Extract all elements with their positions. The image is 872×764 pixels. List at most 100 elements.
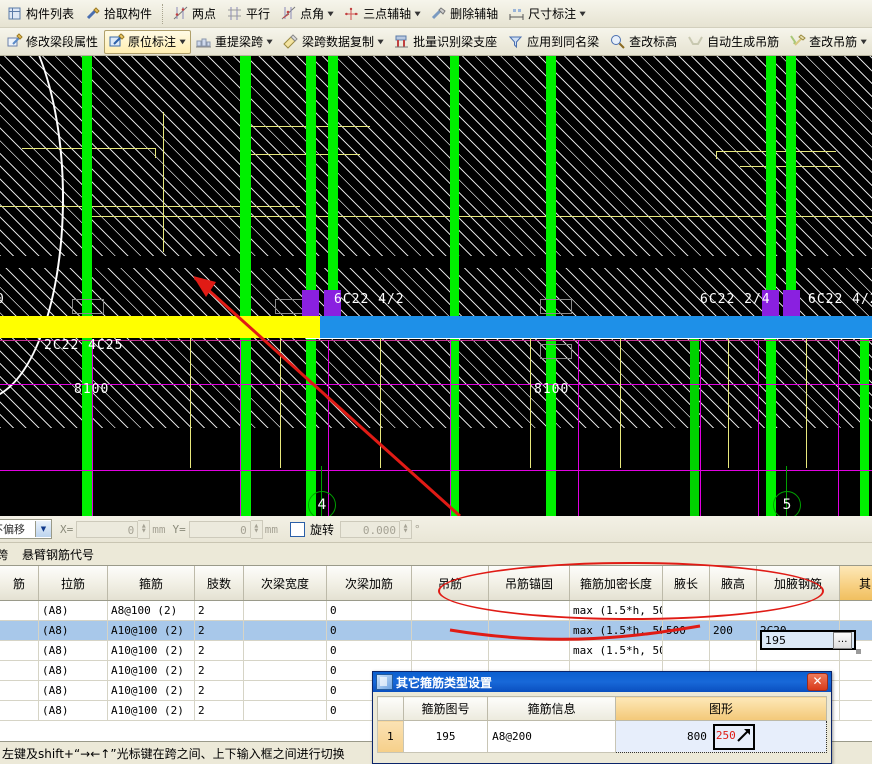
table-row[interactable]: (A8) A8@100 (2) 2 0 max (1.5*h, 50 (0, 600, 872, 621)
table-cell[interactable] (709, 600, 757, 621)
x-input[interactable]: 0 (76, 520, 139, 538)
chevron-down-icon[interactable]: ▼ (178, 38, 187, 45)
chevron-down-icon[interactable]: ▼ (326, 10, 335, 17)
toolbar-item-batch-identify-support[interactable]: 批量识别梁支座 (389, 30, 503, 54)
table-cell[interactable] (839, 680, 872, 701)
table-cell[interactable] (0, 680, 39, 701)
cell-editor-value[interactable]: 195 (762, 634, 833, 647)
table-cell[interactable]: A10@100 (2) (107, 640, 195, 661)
grid-column-header[interactable]: 次梁加筋 (326, 566, 412, 601)
table-cell[interactable]: 2 (194, 660, 244, 681)
toolbar-item-edit-beam-property[interactable]: 修改梁段属性 (2, 30, 104, 54)
table-cell[interactable] (411, 640, 489, 661)
toolbar-item-dimension[interactable]: 尺寸标注 ▼ (504, 2, 591, 26)
grid-column-header[interactable]: 其它箍筋 (839, 566, 872, 601)
table-cell[interactable] (662, 640, 710, 661)
table-cell[interactable] (488, 640, 570, 661)
table-cell[interactable] (411, 620, 489, 641)
table-cell[interactable] (839, 600, 872, 621)
toolbar-item-apply-same-name-beam[interactable]: 应用到同名梁 (503, 30, 605, 54)
grid-column-header[interactable]: 筋 (0, 566, 39, 601)
chevron-down-icon[interactable]: ▼ (578, 10, 587, 17)
table-cell[interactable]: 2 (194, 620, 244, 641)
table-cell[interactable]: A10@100 (2) (107, 620, 195, 641)
table-cell[interactable]: 200 (709, 620, 757, 641)
table-row[interactable]: (A8) A10@100 (2) 2 0 max (1.5*h, 50 (0, 640, 872, 661)
dialog-row-graph[interactable]: 800 250 (614, 720, 828, 753)
table-cell[interactable] (662, 600, 710, 621)
table-cell[interactable]: 2 (194, 600, 244, 621)
toolbar-item-delete-axis[interactable]: 删除辅轴 (426, 2, 504, 26)
table-cell[interactable] (243, 660, 327, 681)
table-cell[interactable] (839, 700, 872, 721)
other-stirrup-type-dialog[interactable]: 其它箍筋类型设置 ✕ 箍筋图号 箍筋信息 图形 1 195 A8@200 800… (372, 671, 832, 764)
y-spinner[interactable]: ▲ ▼ (250, 519, 263, 539)
table-cell[interactable]: max (1.5*h, 50 (569, 620, 663, 641)
table-cell[interactable] (243, 680, 327, 701)
toolbar-item-component-list[interactable]: 构件列表 (2, 2, 80, 26)
y-input[interactable]: 0 (188, 520, 251, 538)
toolbar-item-two-point[interactable]: 两点 (168, 2, 222, 26)
cell-editor-ellipsis-button[interactable]: … (833, 631, 852, 649)
toolbar-item-point-angle[interactable]: 点角 ▼ (276, 2, 339, 26)
dialog-row-info[interactable]: A8@200 (487, 720, 616, 753)
chevron-down-icon[interactable]: ▼ (376, 38, 385, 45)
grid-column-header[interactable]: 加腋钢筋 (756, 566, 840, 601)
table-cell[interactable]: (A8) (38, 660, 108, 681)
table-cell[interactable]: max (1.5*h, 50 (569, 640, 663, 661)
chevron-down-icon[interactable]: ▼ (35, 521, 51, 537)
toolbar-item-check-hanger[interactable]: 查改吊筋 ▼ (785, 30, 872, 54)
cell-editor-resize-handle[interactable] (856, 649, 861, 654)
table-cell[interactable]: 500 (662, 620, 710, 641)
table-cell[interactable]: 0 (326, 640, 412, 661)
table-cell[interactable] (0, 700, 39, 721)
table-cell[interactable]: A10@100 (2) (107, 680, 195, 701)
table-cell[interactable]: A10@100 (2) (107, 700, 195, 721)
table-cell[interactable] (243, 700, 327, 721)
table-cell[interactable] (756, 600, 840, 621)
table-cell[interactable]: (A8) (38, 640, 108, 661)
table-cell[interactable]: (A8) (38, 600, 108, 621)
table-cell[interactable]: (A8) (38, 700, 108, 721)
grid-column-header[interactable]: 腋长 (662, 566, 710, 601)
table-cell[interactable]: 2 (194, 700, 244, 721)
rotate-spinner[interactable]: ▲ ▼ (400, 519, 413, 539)
table-cell[interactable] (243, 600, 327, 621)
table-cell[interactable]: 2 (194, 680, 244, 701)
dialog-row-number[interactable]: 195 (402, 720, 489, 753)
table-cell[interactable]: A8@100 (2) (107, 600, 195, 621)
table-cell[interactable] (0, 600, 39, 621)
table-cell[interactable] (488, 620, 570, 641)
grid-column-header[interactable]: 腋高 (709, 566, 757, 601)
table-cell[interactable]: 0 (326, 600, 412, 621)
toolbar-drawing-tools[interactable]: 构件列表 拾取构件 两点 平行 点角 ▼ 三点辅轴 ▼ 删除辅轴 尺寸标注 ▼ (0, 0, 872, 28)
table-cell[interactable] (839, 660, 872, 681)
table-cell[interactable]: 2 (194, 640, 244, 661)
table-row[interactable]: (A8)A10@100 (2)20max (1.5*h, 505002002C2… (0, 620, 872, 641)
toolbar-item-copy-span-data[interactable]: 梁跨数据复制 ▼ (278, 30, 389, 54)
table-cell[interactable] (0, 620, 39, 641)
chevron-down-icon[interactable]: ▼ (265, 38, 274, 45)
options-bar[interactable]: 不偏移 ▼ X= 0 ▲▼ mm Y= 0 ▲▼ mm 旋转 0.000 ▲▼ … (0, 516, 872, 543)
toolbar-item-re-extract-span[interactable]: 重提梁跨 ▼ (191, 30, 278, 54)
grid-column-header[interactable]: 吊筋 (411, 566, 489, 601)
close-icon[interactable]: ✕ (807, 673, 828, 691)
table-cell[interactable]: (A8) (38, 620, 108, 641)
rotate-checkbox[interactable] (290, 521, 305, 537)
table-cell[interactable] (0, 640, 39, 661)
toolbar-item-three-point-axis[interactable]: 三点辅轴 ▼ (339, 2, 426, 26)
x-spinner[interactable]: ▲ ▼ (138, 519, 151, 539)
toolbar-beam-tools[interactable]: 修改梁段属性 原位标注 ▼ 重提梁跨 ▼ 梁跨数据复制 ▼ 批量识别梁支座 应用… (0, 28, 872, 56)
table-cell[interactable]: A10@100 (2) (107, 660, 195, 681)
offset-mode-combo[interactable]: 不偏移 ▼ (0, 519, 52, 539)
table-cell[interactable]: 0 (326, 620, 412, 641)
toolbar-item-pick-component[interactable]: 拾取构件 (80, 2, 158, 26)
grid-column-header[interactable]: 箍筋 (107, 566, 195, 601)
grid-column-header[interactable]: 吊筋锚固 (488, 566, 570, 601)
grid-column-header[interactable]: 拉筋 (38, 566, 108, 601)
table-cell[interactable] (709, 640, 757, 661)
table-cell[interactable] (0, 660, 39, 681)
grid-column-header[interactable]: 肢数 (194, 566, 244, 601)
toolbar-item-in-situ-annotation[interactable]: 原位标注 ▼ (104, 29, 192, 54)
table-cell[interactable]: max (1.5*h, 50 (569, 600, 663, 621)
